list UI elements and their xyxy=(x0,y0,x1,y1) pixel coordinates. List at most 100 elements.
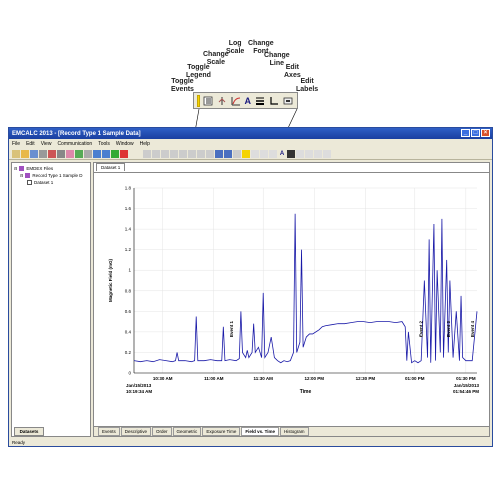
change-line-small-icon[interactable] xyxy=(287,149,295,158)
menu-help[interactable]: Help xyxy=(140,141,150,147)
settings-icon[interactable] xyxy=(57,149,65,158)
tree-child-label: Record Type 1 Sample D xyxy=(32,173,83,178)
change-scale-icon[interactable] xyxy=(216,95,228,107)
event-marker-label: Event 3 xyxy=(446,321,451,338)
chart-icon-11[interactable] xyxy=(233,149,241,158)
download-icon[interactable] xyxy=(66,149,74,158)
save-icon[interactable] xyxy=(30,149,38,158)
minimize-button[interactable]: _ xyxy=(461,129,470,137)
tab-histogram[interactable]: Histogram xyxy=(280,427,309,436)
tree-child[interactable]: ⊟ Record Type 1 Sample D xyxy=(12,172,90,179)
menu-window[interactable]: Window xyxy=(116,141,134,147)
open-icon[interactable] xyxy=(21,149,29,158)
edit-axes-small-icon[interactable] xyxy=(296,149,304,158)
close-button[interactable]: × xyxy=(481,129,490,137)
window-icon-2[interactable] xyxy=(102,149,110,158)
chart-icon-12[interactable] xyxy=(314,149,322,158)
chart-toolbar-zoom: A xyxy=(193,92,298,109)
menu-bar: File Edit View Communication Tools Windo… xyxy=(9,139,492,148)
tree-leaf[interactable]: Dataset 1 xyxy=(12,179,90,186)
chart-icon-7[interactable] xyxy=(197,149,205,158)
y-tick-label: 0.6 xyxy=(125,309,132,314)
x-tick-label: 12:30 PM xyxy=(356,376,376,381)
y-tick-label: 0.4 xyxy=(125,329,132,334)
start-time-label: 10:19:34 AM xyxy=(126,389,152,394)
status-bar: Ready xyxy=(9,438,492,446)
series-line xyxy=(133,213,478,364)
play-icon[interactable] xyxy=(111,149,119,158)
window-icon[interactable] xyxy=(93,149,101,158)
analysis-tabs: Events Descriptive Order Geometric Expos… xyxy=(94,426,489,436)
toggle-events-icon[interactable] xyxy=(197,94,200,107)
event-marker-label: Event 2 xyxy=(419,321,424,338)
edit-axes-icon[interactable] xyxy=(268,95,280,107)
y-tick-label: 0 xyxy=(128,371,131,376)
edit-labels-small-icon[interactable] xyxy=(305,149,313,158)
x-axis-label: Time xyxy=(300,389,312,395)
datasets-tab[interactable]: Datasets xyxy=(14,427,44,436)
plot-area: 0 0.2 0.4 0.6 0.8 1 1.2 1.4 1.6 1.8 10:30 AM 11:00 … xyxy=(94,172,489,425)
maximize-button[interactable]: □ xyxy=(471,129,480,137)
tab-field-vs-time[interactable]: Field vs. Time xyxy=(241,427,280,436)
x-tick-label: 11:00 AM xyxy=(204,376,224,381)
y-tick-label: 1.8 xyxy=(125,186,132,191)
chart-icon-6[interactable] xyxy=(188,149,196,158)
tab-exposure-time[interactable]: Exposure Time xyxy=(202,427,241,436)
change-scale-small-icon[interactable] xyxy=(260,149,268,158)
event-marker-label: Event 4 xyxy=(470,321,475,338)
record-icon xyxy=(25,173,31,178)
tree-root[interactable]: ⊟ EMDEX Files xyxy=(12,165,90,172)
tree-root-label: EMDEX Files xyxy=(26,166,54,171)
y-tick-label: 1 xyxy=(128,268,131,273)
change-font-icon[interactable]: A xyxy=(244,95,253,107)
main-toolbar: A xyxy=(9,148,492,160)
end-date-label: Jan/15/2013 xyxy=(454,383,480,388)
tool-icon[interactable] xyxy=(84,149,92,158)
menu-edit[interactable]: Edit xyxy=(26,141,35,147)
print-icon[interactable] xyxy=(39,149,47,158)
tab-geometric[interactable]: Geometric xyxy=(172,427,202,436)
toggle-events-small-icon[interactable] xyxy=(242,149,250,158)
chart-icon-8[interactable] xyxy=(206,149,214,158)
chart-icon-2[interactable] xyxy=(152,149,160,158)
chart-icon-13[interactable] xyxy=(323,149,331,158)
menu-communication[interactable]: Communication xyxy=(57,141,92,147)
log-scale-small-icon[interactable] xyxy=(269,149,277,158)
chart-icon-3[interactable] xyxy=(161,149,169,158)
document-pane: Dataset 1 0 0.2 0.4 0.6 0.8 1 1.2 1.4 1.6 1.8 10:3… xyxy=(93,162,490,437)
chart-icon-5[interactable] xyxy=(179,149,187,158)
y-tick-label: 1.2 xyxy=(125,247,132,252)
y-tick-label: 0.2 xyxy=(125,350,132,355)
tab-events[interactable]: Events xyxy=(98,427,120,436)
chart-icon-4[interactable] xyxy=(170,149,178,158)
edit-labels-icon[interactable] xyxy=(282,95,294,107)
tab-descriptive[interactable]: Descriptive xyxy=(120,427,152,436)
chart-icon-10[interactable] xyxy=(224,149,232,158)
y-axis-label: Magnetic Field (mG) xyxy=(108,259,113,303)
y-tick-label: 1.4 xyxy=(125,227,132,232)
log-scale-icon[interactable] xyxy=(230,95,242,107)
toolbar-callouts: Log Scale Change Font Change Scale Chang… xyxy=(0,0,500,130)
callout-leader-lines xyxy=(194,108,298,130)
menu-file[interactable]: File xyxy=(12,141,20,147)
start-date-label: Jan/15/2013 xyxy=(126,383,152,388)
toggle-legend-icon[interactable] xyxy=(202,95,214,107)
dataset-doc-tab[interactable]: Dataset 1 xyxy=(96,163,126,171)
field-vs-time-chart: 0 0.2 0.4 0.6 0.8 1 1.2 1.4 1.6 1.8 10:30 AM 11:00 … xyxy=(108,186,480,396)
end-time-label: 01:54:46 PM xyxy=(453,389,479,394)
change-font-small-icon[interactable]: A xyxy=(278,150,286,158)
chart-icon-1[interactable] xyxy=(143,149,151,158)
new-icon[interactable] xyxy=(12,149,20,158)
dataset-icon xyxy=(27,180,32,185)
menu-view[interactable]: View xyxy=(41,141,52,147)
menu-tools[interactable]: Tools xyxy=(98,141,110,147)
y-tick-label: 1.6 xyxy=(125,206,132,211)
delete-icon[interactable] xyxy=(48,149,56,158)
stop-icon[interactable] xyxy=(120,149,128,158)
change-line-icon[interactable] xyxy=(254,95,266,107)
toggle-legend-small-icon[interactable] xyxy=(251,149,259,158)
upload-icon[interactable] xyxy=(75,149,83,158)
chart-icon-9[interactable] xyxy=(215,149,223,158)
tab-order[interactable]: Order xyxy=(152,427,172,436)
title-bar: EMCALC 2013 - [Record Type 1 Sample Data… xyxy=(9,128,492,139)
